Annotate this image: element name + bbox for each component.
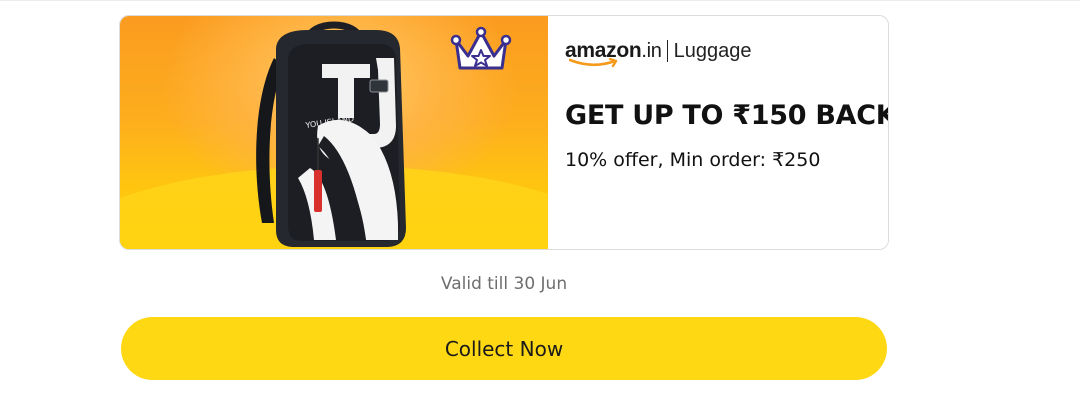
offer-details: amazon.in Luggage GET UP TO ₹150 BACK 10…	[548, 16, 889, 249]
brand-category: Luggage	[673, 40, 752, 62]
promo-banner-image: YOU ISLAND	[120, 16, 548, 249]
backpack-image: YOU ISLAND	[256, 21, 406, 247]
offer-title: GET UP TO ₹150 BACK	[565, 100, 889, 131]
top-divider	[0, 0, 1080, 1]
crown-icon	[450, 26, 512, 70]
amazon-logo: amazon.in	[565, 38, 662, 68]
collect-now-button[interactable]: Collect Now	[121, 317, 887, 380]
offer-terms: 10% offer, Min order: ₹250	[565, 149, 821, 171]
brand-logo-row: amazon.in Luggage	[565, 38, 752, 72]
validity-text: Valid till 30 Jun	[440, 274, 568, 294]
offer-card[interactable]: YOU ISLAND amazon.in Luggage GET UP TO ₹…	[119, 15, 889, 250]
brand-logo-tld: .in	[641, 40, 662, 62]
brand-separator	[666, 40, 668, 62]
amazon-smile-icon	[569, 58, 618, 68]
